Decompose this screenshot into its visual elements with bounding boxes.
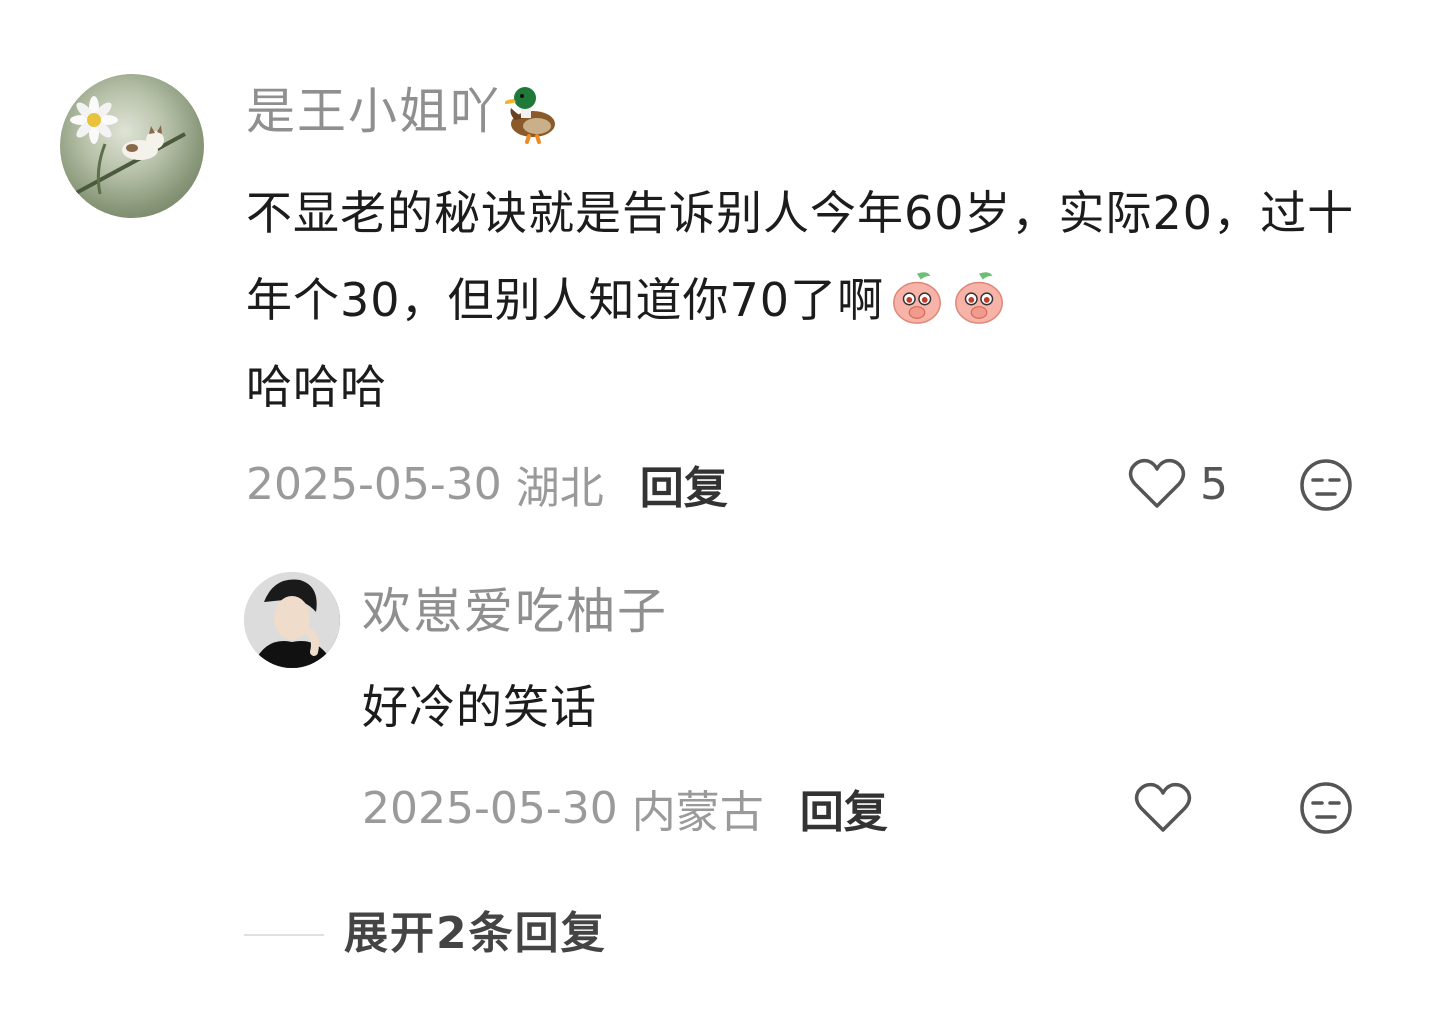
comment-text-main: 不显老的秘诀就是告诉别人今年60岁，实际20，过十年个30，但别人知道你70了啊 bbox=[246, 186, 1355, 327]
expand-divider bbox=[244, 934, 324, 936]
comment-username-text: 是王小姐吖 bbox=[246, 83, 502, 140]
duck-icon bbox=[505, 87, 556, 144]
reply-date: 2025-05-30 bbox=[362, 782, 618, 834]
heart-icon bbox=[1128, 458, 1186, 508]
avatar-daisy-cat-image bbox=[64, 96, 186, 201]
comment-location: 湖北 bbox=[515, 463, 604, 514]
reply-location: 内蒙古 bbox=[631, 787, 764, 838]
like-button[interactable]: 5 bbox=[1128, 452, 1228, 516]
heart-icon[interactable] bbox=[1134, 782, 1192, 834]
reply-meta: 2025-05-30 内蒙古 回复 bbox=[362, 776, 888, 840]
blushing-face-icon bbox=[955, 272, 1004, 324]
user-avatar[interactable] bbox=[60, 74, 204, 218]
like-count: 5 bbox=[1200, 458, 1228, 510]
reply-reply-button[interactable]: 回复 bbox=[800, 776, 888, 840]
reply-button[interactable]: 回复 bbox=[640, 452, 728, 516]
comment-username[interactable]: 是王小姐吖 bbox=[246, 80, 565, 144]
reply-username[interactable]: 欢崽爱吃柚子 bbox=[362, 580, 668, 644]
reply-user-avatar[interactable] bbox=[244, 572, 340, 668]
expand-replies-button[interactable]: 展开2条回复 bbox=[344, 904, 607, 964]
reply-text: 好冷的笑话 bbox=[362, 680, 597, 734]
avatar-portrait-image bbox=[244, 572, 340, 668]
comment-meta: 2025-05-30 湖北 回复 bbox=[246, 452, 728, 516]
unamused-face-icon[interactable] bbox=[1298, 457, 1354, 513]
comment-date: 2025-05-30 bbox=[246, 458, 502, 510]
blushing-face-icon bbox=[893, 272, 942, 324]
comment-text-laugh: 哈哈哈 bbox=[246, 360, 387, 414]
unamused-face-icon[interactable] bbox=[1298, 780, 1354, 836]
comment-text: 不显老的秘诀就是告诉别人今年60岁，实际20，过十年个30，但别人知道你70了啊… bbox=[246, 170, 1356, 431]
